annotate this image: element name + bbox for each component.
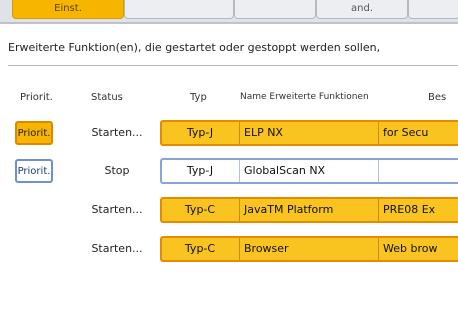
tab-einst[interactable]: Einst. bbox=[12, 0, 124, 19]
row-status: Starten... bbox=[91, 242, 143, 255]
row-type: Typ-J bbox=[186, 164, 214, 177]
function-row-elp-nx[interactable]: Typ-J ELP NX for Secu bbox=[160, 120, 458, 146]
row-name: JavaTM Platform bbox=[239, 199, 377, 221]
row-name: ELP NX bbox=[239, 122, 377, 144]
row-type: Typ-C bbox=[184, 242, 216, 255]
col-header-type: Typ bbox=[190, 92, 207, 103]
col-header-priority: Priorit. bbox=[20, 92, 53, 103]
row-name: GlobalScan NX bbox=[239, 160, 377, 182]
col-header-status: Status bbox=[91, 92, 123, 103]
row-status: Stop bbox=[104, 164, 130, 177]
tab-bar: Einst. and. bbox=[0, 0, 458, 24]
priority-button[interactable]: Priorit. bbox=[15, 159, 53, 183]
tab-3[interactable] bbox=[234, 0, 316, 19]
tab-2[interactable] bbox=[124, 0, 234, 19]
row-description: Web brow bbox=[378, 238, 458, 260]
row-description: PRE08 Ex bbox=[378, 199, 458, 221]
divider bbox=[8, 65, 458, 66]
function-row-globalscan[interactable]: Typ-J GlobalScan NX bbox=[160, 158, 458, 184]
tab-and[interactable]: and. bbox=[316, 0, 408, 19]
col-header-description: Bes bbox=[428, 92, 447, 103]
col-header-name: Name Erweiterte Funktionen bbox=[240, 92, 369, 102]
instruction-text: Erweiterte Funktion(en), die gestartet o… bbox=[8, 41, 381, 54]
row-description: for Secu bbox=[378, 122, 458, 144]
row-type: Typ-J bbox=[186, 126, 214, 139]
row-name: Browser bbox=[239, 238, 377, 260]
row-description bbox=[378, 160, 458, 182]
function-row-browser[interactable]: Typ-C Browser Web brow bbox=[160, 236, 458, 262]
row-status: Starten... bbox=[91, 203, 143, 216]
row-type: Typ-C bbox=[184, 203, 216, 216]
function-row-javatm[interactable]: Typ-C JavaTM Platform PRE08 Ex bbox=[160, 197, 458, 223]
tab-5[interactable] bbox=[408, 0, 458, 19]
priority-button[interactable]: Priorit. bbox=[15, 121, 53, 145]
row-status: Starten... bbox=[91, 126, 143, 139]
